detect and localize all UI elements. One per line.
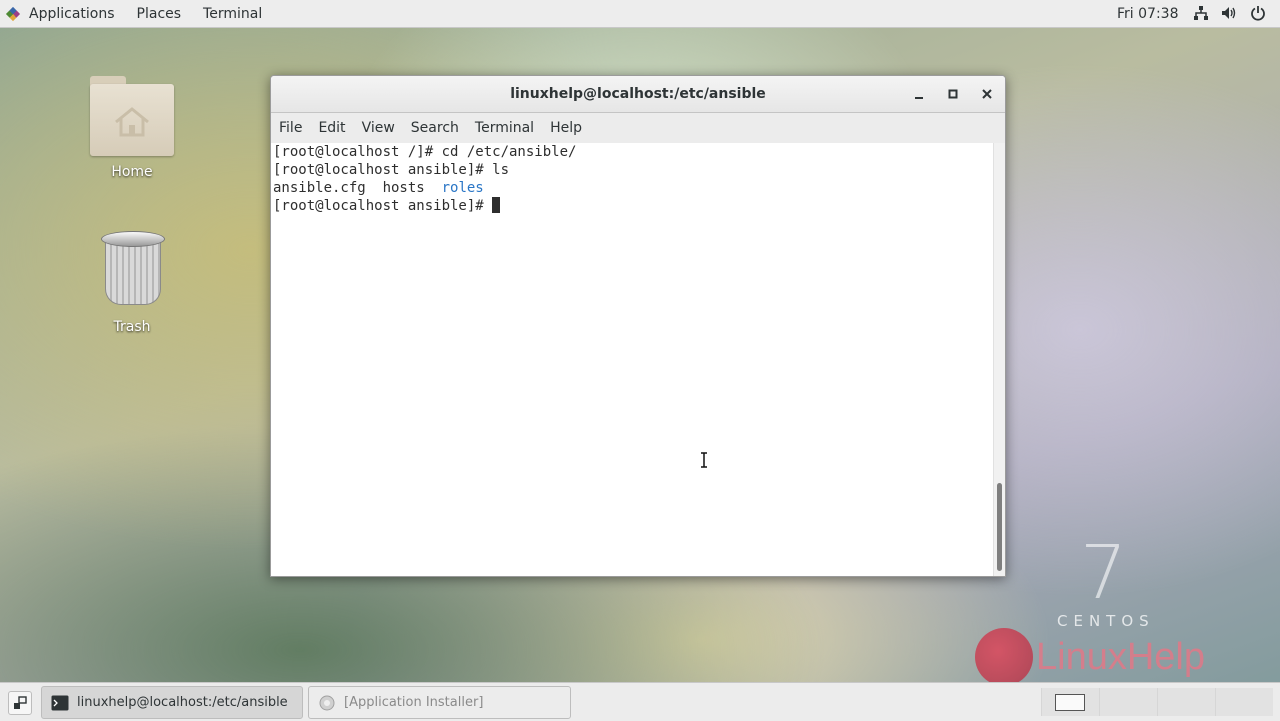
menu-help[interactable]: Help: [542, 120, 590, 136]
taskbar-item-terminal-label: linuxhelp@localhost:/etc/ansible: [77, 695, 288, 710]
terminal-menubar: File Edit View Search Terminal Help: [271, 113, 1005, 144]
terminal-cursor: [492, 197, 501, 213]
shell-prompt: [root@localhost ansible]#: [273, 198, 493, 214]
terminal-titlebar[interactable]: linuxhelp@localhost:/etc/ansible: [271, 76, 1005, 113]
command-text: cd /etc/ansible/: [441, 144, 577, 160]
maximize-button[interactable]: [945, 86, 961, 102]
clock-label: Fri 07:38: [1117, 5, 1179, 22]
terminal-app-menu[interactable]: Terminal: [192, 0, 273, 27]
text-cursor-icon: [701, 452, 707, 468]
show-desktop-icon: [14, 696, 27, 709]
directory-entry: roles: [441, 180, 484, 196]
show-desktop-button[interactable]: [8, 691, 32, 715]
volume-icon[interactable]: [1221, 5, 1237, 21]
places-menu-label: Places: [136, 5, 182, 22]
scrollbar-thumb[interactable]: [997, 483, 1002, 571]
close-icon: [982, 89, 992, 99]
close-button[interactable]: [979, 86, 995, 102]
taskbar-item-application-installer-label: [Application Installer]: [344, 695, 484, 710]
terminal-icon: [51, 695, 69, 710]
desktop-icon-trash-label: Trash: [113, 319, 151, 335]
desktop-icon-trash[interactable]: Trash: [77, 231, 187, 335]
command-text: ls: [492, 162, 510, 178]
taskbar-item-application-installer[interactable]: [Application Installer]: [308, 686, 571, 719]
minimize-icon: [915, 97, 923, 99]
workspace-4[interactable]: [1215, 688, 1273, 716]
taskbar-item-terminal[interactable]: linuxhelp@localhost:/etc/ansible: [41, 686, 303, 719]
centos-wordmark: CENTOS: [1057, 612, 1155, 630]
applications-menu-label: Applications: [29, 5, 115, 22]
menu-view[interactable]: View: [354, 120, 403, 136]
desktop-icon-home-label: Home: [111, 164, 153, 180]
maximize-icon: [948, 89, 958, 99]
terminal-scrollbar[interactable]: [993, 143, 1005, 576]
workspace-3[interactable]: [1157, 688, 1215, 716]
trash-icon: [101, 231, 165, 307]
terminal-line: [root@localhost ansible]# ls: [273, 161, 509, 179]
terminal-app-menu-label: Terminal: [203, 5, 263, 22]
menu-file[interactable]: File: [271, 120, 310, 136]
linuxhelp-logo-icon: [975, 628, 1033, 686]
application-installer-icon: [319, 695, 335, 710]
places-menu[interactable]: Places: [126, 0, 193, 27]
applications-menu[interactable]: Applications: [0, 0, 126, 27]
workspace-window-preview: [1055, 694, 1085, 711]
menu-edit[interactable]: Edit: [310, 120, 353, 136]
workspace-1[interactable]: [1041, 688, 1099, 716]
workspace-2[interactable]: [1099, 688, 1157, 716]
top-bar: Applications Places Terminal Fri 07:38: [0, 0, 1280, 28]
linuxhelp-watermark: LinuxHelp: [1036, 636, 1205, 678]
desktop-icon-home[interactable]: Home: [77, 76, 187, 180]
applications-logo-icon: [6, 7, 20, 21]
menu-search[interactable]: Search: [403, 120, 467, 136]
terminal-window[interactable]: linuxhelp@localhost:/etc/ansible File Ed…: [270, 75, 1006, 577]
clock[interactable]: Fri 07:38: [1117, 0, 1178, 27]
terminal-line: [root@localhost ansible]#: [273, 197, 501, 215]
shell-prompt: [root@localhost ansible]#: [273, 162, 493, 178]
minimize-button[interactable]: [911, 86, 927, 102]
menu-terminal[interactable]: Terminal: [467, 120, 542, 136]
centos-version-watermark: 7: [1080, 530, 1128, 616]
home-folder-icon: [90, 76, 174, 156]
file-entry: ansible.cfg: [273, 180, 366, 196]
network-icon[interactable]: [1193, 5, 1209, 21]
shell-prompt: [root@localhost /]#: [273, 144, 442, 160]
power-icon[interactable]: [1250, 5, 1266, 21]
terminal-title: linuxhelp@localhost:/etc/ansible: [510, 86, 766, 102]
terminal-output[interactable]: [root@localhost /]# cd /etc/ansible/ [ro…: [271, 143, 993, 576]
bottom-taskbar: linuxhelp@localhost:/etc/ansible [Applic…: [0, 682, 1280, 721]
terminal-line: [root@localhost /]# cd /etc/ansible/: [273, 143, 576, 161]
terminal-line: ansible.cfg hosts roles: [273, 179, 484, 197]
file-entry: hosts: [382, 180, 425, 196]
